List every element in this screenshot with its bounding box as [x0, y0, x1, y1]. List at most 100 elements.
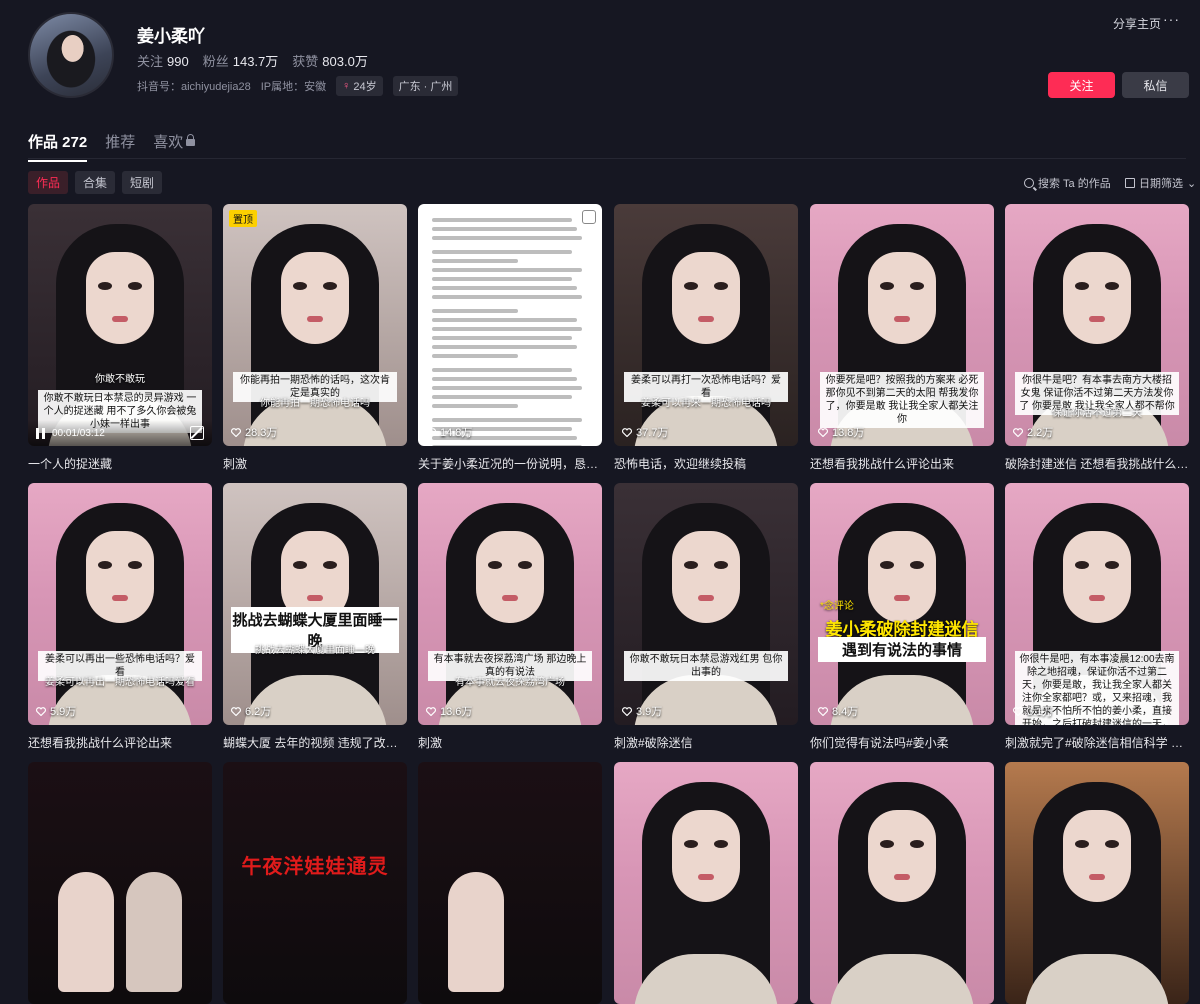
date-filter-button[interactable]: 日期筛选 ⌄: [1125, 175, 1196, 191]
video-card[interactable]: 你很牛是吧？有本事去南方大楼招女鬼 保证你活不过第二天方法发你了 你要是敢 我让…: [1005, 204, 1189, 472]
video-thumbnail[interactable]: [614, 762, 798, 1004]
subtab-works[interactable]: 作品: [28, 171, 69, 194]
profile-tabs: 作品 272 推荐 喜欢: [28, 131, 196, 162]
document-text: [432, 218, 588, 446]
like-count: 13.6万: [426, 703, 472, 719]
video-card[interactable]: [28, 762, 212, 1004]
video-card[interactable]: 午夜洋娃娃通灵: [223, 762, 407, 1004]
video-card[interactable]: 你很牛是吧，有本事凌晨12:00去南除之地招魂，保证你活不过第二天，你要是敢，我…: [1005, 483, 1189, 751]
video-thumbnail[interactable]: 姜小柔破除封建迷信 遇到有说法的事情 *念评论 8.4万: [810, 483, 994, 725]
document-line: [432, 277, 573, 281]
heart-icon: [231, 427, 241, 437]
video-thumbnail[interactable]: 你要死是吧？按照我的方案来 必死 那你见不到第二天的太阳 帮我发你了，你要是敢 …: [810, 204, 994, 446]
video-title[interactable]: 一个人的捉迷藏: [28, 455, 212, 472]
portrait-face: [476, 531, 544, 623]
video-card[interactable]: 你敢不敢玩日本禁忌游戏红男 包你出事的 3.9万刺激#破除迷信: [614, 483, 798, 751]
video-thumbnail[interactable]: [810, 762, 994, 1004]
stat-following[interactable]: 关注 990: [137, 51, 189, 70]
video-thumbnail[interactable]: 你敢不敢玩日本禁忌游戏红男 包你出事的 3.9万: [614, 483, 798, 725]
portrait-eye: [684, 561, 698, 569]
like-count: 2.2万: [1013, 424, 1053, 440]
portrait-face: [672, 810, 740, 902]
video-title[interactable]: 还想看我挑战什么评论出来: [810, 455, 994, 472]
video-subtitle: 保证你活不过第二天: [1052, 408, 1142, 419]
video-thumbnail[interactable]: 有本事就去夜探荔湾广场 那边晚上真的有说法 有本事就去夜探荔湾广场 13.6万: [418, 483, 602, 725]
profile-name: 姜小柔吖: [137, 27, 205, 46]
subtab-collections[interactable]: 合集: [75, 171, 116, 194]
video-card[interactable]: [810, 762, 994, 1004]
portrait-eye: [98, 561, 112, 569]
video-thumbnail[interactable]: [418, 762, 602, 1004]
portrait-eye: [880, 840, 894, 848]
video-card[interactable]: [614, 762, 798, 1004]
video-card[interactable]: 你敢不敢玩日本禁忌的灵异游戏 一个人的捉迷藏 用不了多久你会被兔小妹一样出事你敢…: [28, 204, 212, 472]
video-thumbnail[interactable]: 挑战去蝴蝶大厦里面睡一晚 挑战去蝴蝶大厦里面睡一晚 6.2万: [223, 483, 407, 725]
video-title[interactable]: 蝴蝶大厦 去年的视频 违规了改了一…: [223, 734, 407, 751]
video-thumbnail[interactable]: 你敢不敢玩日本禁忌的灵异游戏 一个人的捉迷藏 用不了多久你会被兔小妹一样出事你敢…: [28, 204, 212, 446]
document-line: [432, 345, 578, 349]
date-filter-label: 日期筛选: [1139, 178, 1183, 190]
pause-icon[interactable]: [36, 428, 46, 439]
like-count-value: 13.8万: [832, 427, 865, 439]
message-button[interactable]: 私信: [1122, 72, 1189, 98]
video-thumbnail[interactable]: 姜柔可以再出一些恐怖电话吗？爱看 姜柔可以再出一期恐怖电话吗爱看 5.9万: [28, 483, 212, 725]
document-line: [432, 286, 578, 290]
video-card[interactable]: 有本事就去夜探荔湾广场 那边晚上真的有说法 有本事就去夜探荔湾广场 13.6万刺激: [418, 483, 602, 751]
tab-recommend[interactable]: 推荐: [105, 131, 135, 152]
portrait-mouth: [894, 316, 910, 322]
follow-button[interactable]: 关注: [1048, 72, 1115, 98]
like-count-value: 14.8万: [440, 427, 473, 439]
video-thumbnail[interactable]: 14.8万: [418, 204, 602, 446]
portrait-eye: [488, 561, 502, 569]
portrait-eye: [323, 561, 337, 569]
video-thumbnail[interactable]: 你很牛是吧，有本事凌晨12:00去南除之地招魂，保证你活不过第二天，你要是敢，我…: [1005, 483, 1189, 725]
video-title[interactable]: 破除封建迷信 还想看我挑战什么评…: [1005, 455, 1189, 472]
video-thumbnail[interactable]: [1005, 762, 1189, 1004]
video-card[interactable]: 你要死是吧？按照我的方案来 必死 那你见不到第二天的太阳 帮我发你了，你要是敢 …: [810, 204, 994, 472]
video-title[interactable]: 刺激: [418, 734, 602, 751]
video-card[interactable]: [1005, 762, 1189, 1004]
location-badge: 广东 · 广州: [392, 76, 459, 96]
stat-likes: 获赞 803.0万: [292, 54, 368, 69]
video-thumbnail[interactable]: 姜柔可以再打一次恐怖电话吗？爱看 姜柔可以再来一期恐怖电话吗 37.7万: [614, 204, 798, 446]
gallery-icon: [582, 210, 596, 224]
person-figure: [448, 872, 504, 992]
video-card[interactable]: [418, 762, 602, 1004]
document-line: [432, 268, 582, 272]
video-card[interactable]: 挑战去蝴蝶大厦里面睡一晚 挑战去蝴蝶大厦里面睡一晚 6.2万蝴蝶大厦 去年的视频 违…: [223, 483, 407, 751]
like-count: 8.4万: [818, 703, 858, 719]
video-title[interactable]: 你们觉得有说法吗#姜小柔: [810, 734, 994, 751]
share-profile-button[interactable]: 分享主页: [1113, 15, 1161, 32]
video-card[interactable]: 你能再拍一期恐怖的话吗，这次肯定是真实的 你能再拍一期恐怖电话吗 置顶 28.3万刺激: [223, 204, 407, 472]
video-card[interactable]: 姜小柔破除封建迷信 遇到有说法的事情 *念评论 8.4万你们觉得有说法吗#姜小柔: [810, 483, 994, 751]
search-works-button[interactable]: 搜索 Ta 的作品: [1024, 175, 1111, 191]
video-title[interactable]: 还想看我挑战什么评论出来: [28, 734, 212, 751]
subtab-short-drama[interactable]: 短剧: [122, 171, 163, 194]
heart-icon: [231, 706, 241, 716]
scene-figures: [48, 822, 192, 992]
more-options-icon[interactable]: ···: [1163, 11, 1180, 27]
video-thumbnail[interactable]: 你很牛是吧？有本事去南方大楼招女鬼 保证你活不过第二天方法发你了 你要是敢 我让…: [1005, 204, 1189, 446]
video-card[interactable]: 姜柔可以再打一次恐怖电话吗？爱看 姜柔可以再来一期恐怖电话吗 37.7万恐怖电话，欢…: [614, 204, 798, 472]
playback-time: 00:01/03:12: [52, 428, 105, 439]
portrait-eye: [128, 561, 142, 569]
video-title[interactable]: 刺激就完了#破除迷信相信科学 #姜…: [1005, 734, 1189, 751]
portrait-mouth: [1089, 595, 1105, 601]
video-thumbnail[interactable]: [28, 762, 212, 1004]
video-title[interactable]: 关于姜小柔近况的一份说明，恳请大…: [418, 455, 602, 472]
document-line: [432, 309, 518, 313]
like-count: 14.8万: [426, 424, 472, 440]
document-line: [432, 227, 578, 231]
video-title[interactable]: 刺激: [223, 455, 407, 472]
tab-works[interactable]: 作品 272: [28, 131, 88, 162]
video-title[interactable]: 刺激#破除迷信: [614, 734, 798, 751]
avatar[interactable]: [28, 12, 114, 98]
video-title[interactable]: 恐怖电话，欢迎继续投稿: [614, 455, 798, 472]
video-card[interactable]: 14.8万关于姜小柔近况的一份说明，恳请大…: [418, 204, 602, 472]
stat-followers[interactable]: 粉丝 143.7万: [203, 51, 279, 70]
mute-icon[interactable]: [190, 426, 204, 440]
video-card[interactable]: 姜柔可以再出一些恐怖电话吗？爱看 姜柔可以再出一期恐怖电话吗爱看 5.9万还想看我挑…: [28, 483, 212, 751]
video-thumbnail[interactable]: 你能再拍一期恐怖的话吗，这次肯定是真实的 你能再拍一期恐怖电话吗 置顶 28.3万: [223, 204, 407, 446]
video-thumbnail[interactable]: 午夜洋娃娃通灵: [223, 762, 407, 1004]
tab-likes[interactable]: 喜欢: [153, 131, 196, 152]
